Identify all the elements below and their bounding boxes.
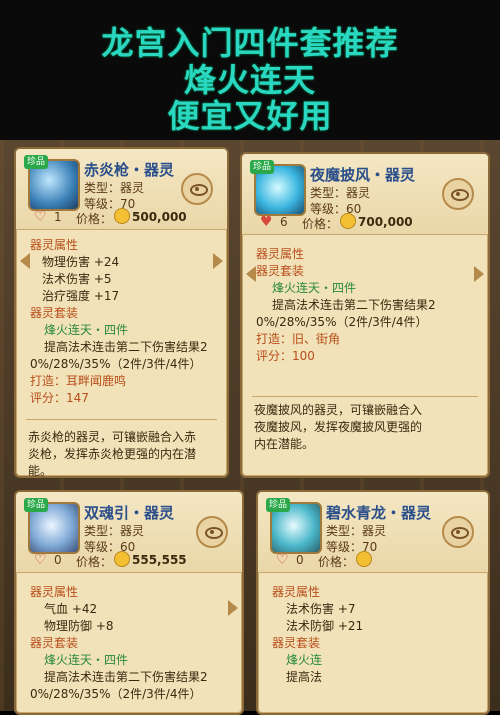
attr-1: 法术伤害 +7: [286, 602, 356, 616]
item-type: 类型：器灵: [326, 524, 387, 538]
divider: [252, 396, 478, 397]
rarity-badge: 珍品: [24, 498, 48, 512]
set-title: 器灵套装: [30, 306, 79, 320]
coin-icon: [114, 208, 130, 224]
rarity-badge: 珍品: [266, 498, 290, 512]
like-count: 6: [280, 215, 288, 229]
set-effect-2: 0%/28%/35%（2件/3件/4件）: [30, 357, 202, 371]
set-title: 器灵套装: [30, 636, 79, 650]
set-name: 烽火连天・四件: [44, 653, 129, 667]
attr-3: 治疗强度 +17: [42, 289, 120, 303]
divider: [26, 419, 217, 420]
set-name: 烽火连: [286, 653, 323, 667]
attr-title: 器灵属性: [30, 238, 79, 252]
prev-arrow-icon[interactable]: [20, 253, 30, 269]
desc-line-1: 赤炎枪的器灵，可镶嵌融合入赤: [28, 430, 197, 444]
item-card-chiyanqiang: 珍品 赤炎枪・器灵 类型：器灵 等级：70 ♡ 1 价格： 500,000 器灵…: [14, 147, 229, 478]
item-stats: 器灵属性 器灵套装 烽火连天・四件 提高法术连击第二下伤害结果2 0%/28%/…: [256, 246, 478, 365]
desc-line-1: 夜魔披风的器灵，可镶嵌融合入: [254, 403, 423, 417]
item-name: 碧水青龙・器灵: [326, 504, 432, 522]
attr-2: 法术防御 +21: [286, 619, 364, 633]
forge-info: 打造：旧、街角: [256, 332, 341, 346]
desc-line-3: 内在潜能。: [254, 437, 315, 451]
prev-arrow-icon[interactable]: [246, 266, 256, 282]
set-effect-1: 提高法术连击第二下伤害结果2: [272, 298, 436, 312]
coin-icon: [340, 213, 356, 229]
price-label: 价格：: [76, 555, 113, 569]
heart-icon[interactable]: ♡: [34, 209, 47, 225]
set-title: 器灵套装: [256, 264, 305, 278]
item-name: 赤炎枪・器灵: [84, 161, 175, 179]
item-description: 夜魔披风的器灵，可镶嵌融合入 夜魔披风，发挥夜魔披风更强的 内在潜能。: [254, 402, 480, 453]
set-effect-1: 提高法术连击第二下伤害结果2: [44, 670, 208, 684]
item-stats: 器灵属性 法术伤害 +7 法术防御 +21 器灵套装 烽火连 提高法: [272, 584, 478, 686]
item-name: 夜魔披风・器灵: [310, 166, 416, 184]
attr-1: 气血 +42: [44, 602, 98, 616]
item-type: 类型：器灵: [84, 524, 145, 538]
item-card-header: 珍品 赤炎枪・器灵 类型：器灵 等级：70 ♡ 1 价格： 500,000: [16, 149, 227, 230]
price-amount: 555,555: [132, 553, 187, 567]
item-card-shuanghunyin: 珍品 双魂引・器灵 类型：器灵 等级：60 ♡ 0 价格： 555,555 器灵…: [14, 490, 244, 715]
coin-icon: [356, 551, 372, 567]
attr-title: 器灵属性: [256, 247, 305, 261]
view-eye-icon[interactable]: [181, 173, 213, 205]
rarity-badge: 珍品: [250, 160, 274, 174]
rarity-badge: 珍品: [24, 155, 48, 169]
price-label: 价格：: [76, 212, 113, 226]
set-effect-1: 提高法术连击第二下伤害结果2: [44, 340, 208, 354]
coin-icon: [114, 551, 130, 567]
item-stats: 器灵属性 物理伤害 +24 法术伤害 +5 治疗强度 +17 器灵套装 烽火连天…: [30, 237, 217, 407]
forge-info: 打造：耳畔闻鹿鸣: [30, 374, 127, 388]
set-effect-2: 0%/28%/35%（2件/3件/4件）: [30, 687, 202, 701]
attr-1: 物理伤害 +24: [42, 255, 120, 269]
item-type: 类型：器灵: [84, 181, 145, 195]
item-card-header: 珍品 碧水青龙・器灵 类型：器灵 等级：70 ♡ 0 价格：: [258, 492, 488, 573]
like-count: 1: [54, 210, 62, 224]
header-banner: 龙宫入门四件套推荐 烽火连天 便宜又好用: [0, 0, 500, 140]
price-label: 价格：: [318, 555, 355, 569]
price-amount: 500,000: [132, 210, 187, 224]
item-type: 类型：器灵: [310, 186, 371, 200]
attr-2: 物理防御 +8: [44, 619, 114, 633]
like-count: 0: [296, 553, 304, 567]
score: 评分：100: [256, 349, 315, 363]
desc-line-2: 夜魔披风，发挥夜魔披风更强的: [254, 420, 423, 434]
view-eye-icon[interactable]: [442, 516, 474, 548]
set-effect-1: 提高法: [286, 670, 323, 684]
set-name: 烽火连天・四件: [272, 281, 357, 295]
item-card-header: 珍品 双魂引・器灵 类型：器灵 等级：60 ♡ 0 价格： 555,555: [16, 492, 242, 573]
item-card-header: 珍品 夜魔披风・器灵 类型：器灵 等级：60 ♥ 6 价格： 700,000: [242, 154, 488, 235]
view-eye-icon[interactable]: [442, 178, 474, 210]
price-amount: 700,000: [358, 215, 413, 229]
item-card-bishuiqinglong: 珍品 碧水青龙・器灵 类型：器灵 等级：70 ♡ 0 价格： 器灵属性 法术伤害…: [256, 490, 490, 715]
set-effect-2: 0%/28%/35%（2件/3件/4件）: [256, 315, 428, 329]
view-eye-icon[interactable]: [196, 516, 228, 548]
set-name: 烽火连天・四件: [44, 323, 129, 337]
item-name: 双魂引・器灵: [84, 504, 175, 522]
title-line-3: 便宜又好用: [167, 97, 333, 135]
attr-title: 器灵属性: [30, 585, 79, 599]
price-label: 价格：: [302, 217, 339, 231]
like-count: 0: [54, 553, 62, 567]
heart-icon[interactable]: ♡: [276, 552, 289, 568]
item-description: 赤炎枪的器灵，可镶嵌融合入赤 炎枪，发挥赤炎枪更强的内在潜能。: [28, 429, 219, 478]
set-title: 器灵套装: [272, 636, 321, 650]
desc-line-2: 炎枪，发挥赤炎枪更强的内在潜能。: [28, 447, 197, 478]
attr-2: 法术伤害 +5: [42, 272, 112, 286]
item-card-yemopifeng: 珍品 夜魔披风・器灵 类型：器灵 等级：60 ♥ 6 价格： 700,000 器…: [240, 152, 490, 478]
score: 评分：147: [30, 391, 89, 405]
heart-icon[interactable]: ♥: [260, 214, 273, 230]
item-stats: 器灵属性 气血 +42 物理防御 +8 器灵套装 烽火连天・四件 提高法术连击第…: [30, 584, 232, 703]
attr-title: 器灵属性: [272, 585, 321, 599]
heart-icon[interactable]: ♡: [34, 552, 47, 568]
